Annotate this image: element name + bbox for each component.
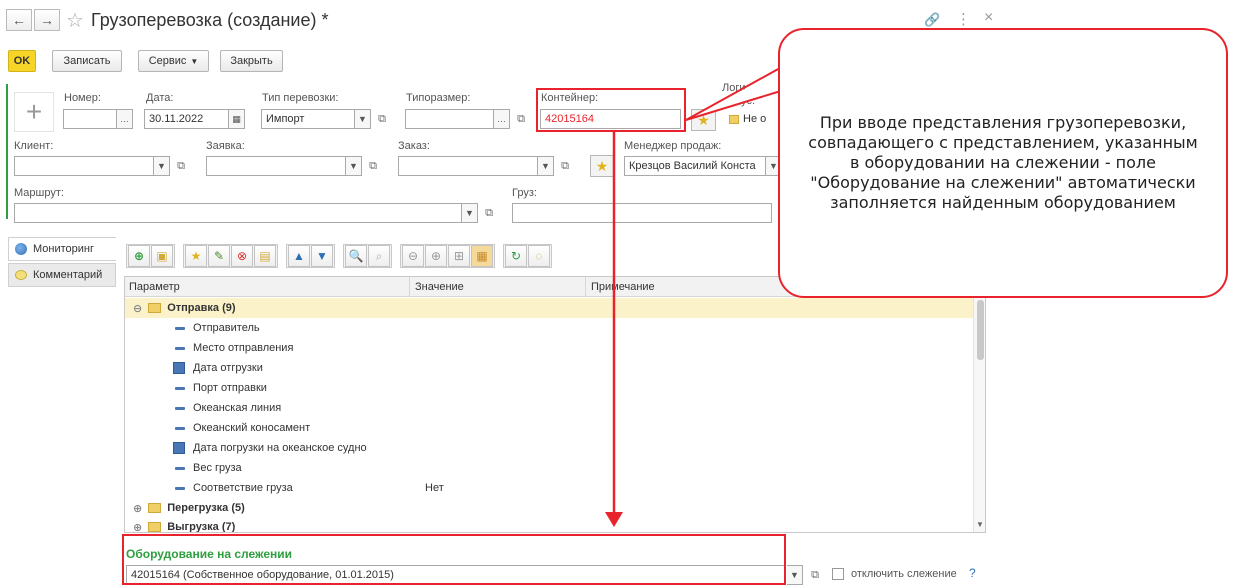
callout-text: При вводе представления грузоперевозки, … (808, 113, 1198, 212)
annotation-arrowhead (605, 512, 623, 527)
annotation-callout: При вводе представления грузоперевозки, … (778, 28, 1228, 298)
